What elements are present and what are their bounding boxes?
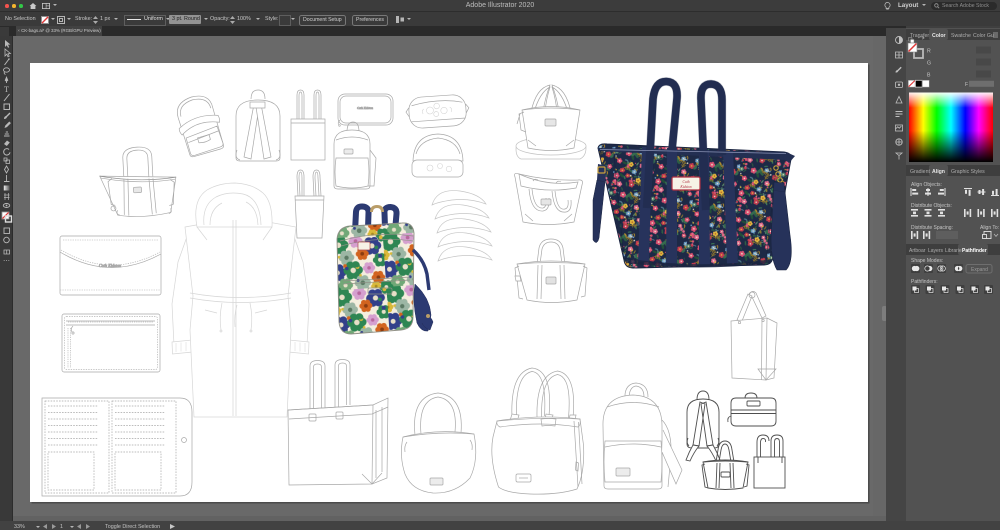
svg-text:G: G	[927, 61, 931, 67]
svg-text:Align Objects:: Align Objects:	[911, 182, 942, 188]
svg-text:Librarie: Librarie	[945, 248, 962, 254]
svg-text:Expand: Expand	[971, 267, 988, 273]
svg-text:Layers: Layers	[928, 248, 944, 254]
svg-text:Cath Kidston: Cath Kidston	[357, 106, 373, 110]
svg-text:Color: Color	[932, 33, 946, 39]
svg-text:Swatche: Swatche	[951, 33, 971, 39]
svg-text:Graphic Styles: Graphic Styles	[951, 169, 985, 175]
svg-text:R: R	[927, 49, 931, 55]
svg-text:T: T	[4, 85, 9, 94]
svg-text:Gradient: Gradient	[910, 169, 930, 175]
svg-text:Shape Modes:: Shape Modes:	[911, 258, 943, 264]
svg-text:B: B	[927, 73, 931, 79]
svg-text:Artboar: Artboar	[909, 248, 926, 254]
svg-text:Pathfinder: Pathfinder	[962, 248, 987, 254]
svg-text:Distribute Spacing:: Distribute Spacing:	[911, 225, 953, 231]
svg-text:Color Gu: Color Gu	[973, 33, 994, 39]
svg-text:F: F	[965, 82, 968, 88]
svg-text:Align To:: Align To:	[980, 225, 999, 231]
svg-text:Pathfinders:: Pathfinders:	[911, 279, 938, 285]
svg-text:Align: Align	[932, 169, 945, 175]
svg-text:Cath: Cath	[683, 180, 690, 184]
svg-text:⋯: ⋯	[3, 258, 10, 265]
svg-text:Kidston: Kidston	[679, 185, 691, 189]
svg-text:Transfer: Transfer	[910, 33, 929, 39]
svg-text:Distribute Objects:: Distribute Objects:	[911, 203, 952, 209]
svg-text:Cath Kidston: Cath Kidston	[99, 263, 121, 268]
